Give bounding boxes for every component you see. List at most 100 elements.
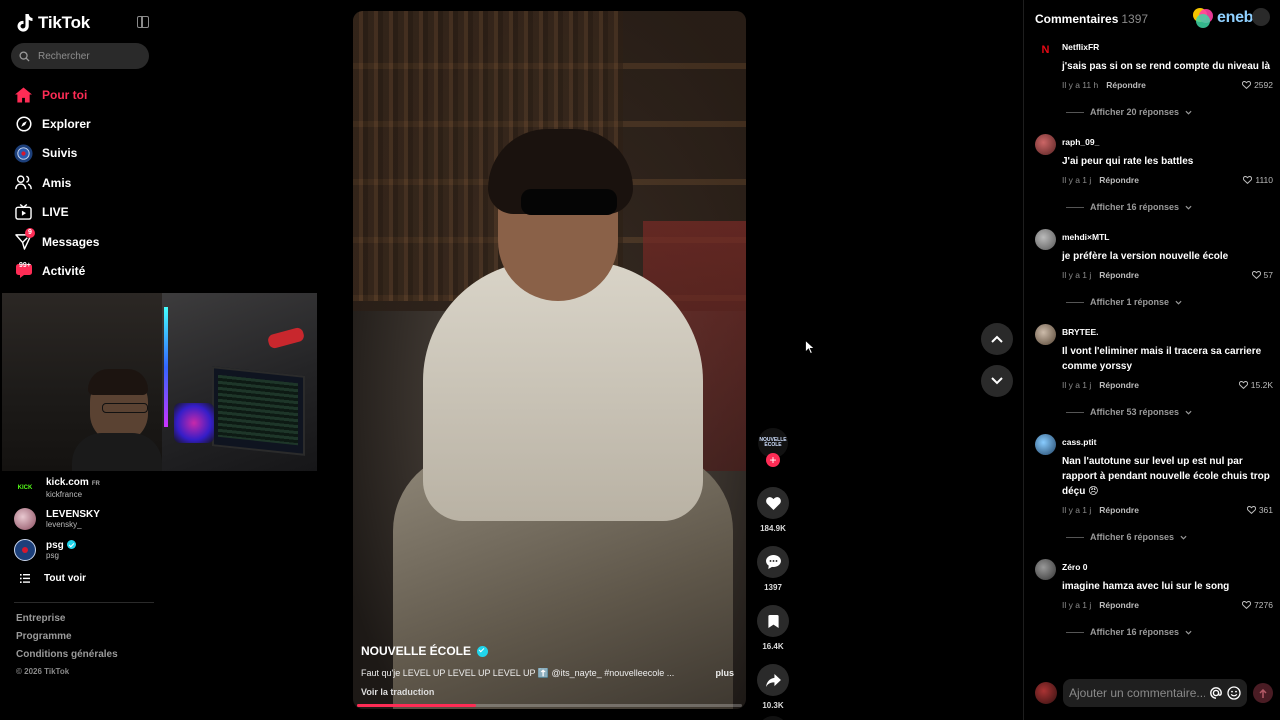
messages-icon: 9 [14, 228, 35, 251]
commenter-name[interactable]: Zéro 0 [1062, 556, 1273, 572]
comment-item: N NetflixFR j'sais pas si on se rend compt… [1035, 36, 1273, 117]
live-icon [14, 203, 33, 222]
following-item[interactable]: LEVENSKY levensky_ [14, 503, 159, 534]
reply-button[interactable]: Répondre [1106, 80, 1146, 90]
see-translation-link[interactable]: Voir la traduction [361, 687, 738, 697]
comment-time: Il y a 1 j [1062, 600, 1092, 610]
reply-button[interactable]: Répondre [1099, 175, 1139, 185]
comment-like-button[interactable]: 361 [1246, 505, 1273, 515]
reply-button[interactable]: Répondre [1099, 380, 1139, 390]
comments-count: 1397 [1121, 12, 1149, 26]
nav-item-following[interactable]: Suivis [14, 139, 154, 168]
heart-icon [765, 496, 781, 510]
divider [14, 602, 154, 603]
commenter-name[interactable]: mehdi×MTL [1062, 226, 1273, 242]
nav-item-friends[interactable]: Amis [14, 168, 154, 197]
comment-item: cass.ptit Nan l'autotune sur level up est… [1035, 431, 1273, 542]
view-replies-button[interactable]: Afficher 53 réponses [1062, 407, 1273, 417]
music-disc[interactable]: NOUVELLE ÉCOLE [758, 716, 788, 720]
collapse-sidebar-icon[interactable] [137, 16, 149, 28]
commenter-avatar[interactable] [1035, 324, 1056, 345]
heart-outline-icon [1246, 506, 1256, 514]
eneba-logo-icon [1193, 8, 1213, 28]
previous-video-button[interactable] [981, 323, 1013, 355]
view-replies-button[interactable]: Afficher 1 réponse [1062, 297, 1273, 307]
comment-like-count: 15.2K [1250, 380, 1273, 390]
arrow-up-icon [1259, 688, 1267, 698]
mention-icon[interactable] [1209, 686, 1223, 700]
heart-outline-icon [1243, 176, 1253, 184]
commenter-name[interactable]: BRYTEE. [1062, 321, 1273, 337]
verified-icon [477, 645, 489, 657]
footer-link-terms[interactable]: Conditions générales [16, 649, 118, 667]
footer: Entreprise Programme Conditions générale… [16, 613, 118, 676]
nav-item-messages[interactable]: 9 Messages [14, 227, 154, 256]
nav-item-for-you[interactable]: Pour toi [14, 80, 154, 109]
nav-item-activity[interactable]: 99+ Activité [14, 256, 154, 285]
close-comments-button[interactable] [1252, 8, 1270, 26]
video-progress-fill [357, 704, 477, 707]
comment-like-button[interactable]: 2592 [1242, 80, 1273, 90]
search-icon [19, 50, 30, 62]
next-video-button[interactable] [981, 365, 1013, 397]
comment-like-button[interactable]: 15.2K [1238, 380, 1273, 390]
copyright: © 2026 TikTok [16, 667, 70, 676]
send-comment-button[interactable] [1253, 683, 1273, 703]
commenter-avatar[interactable]: N [1035, 39, 1056, 60]
video-player[interactable]: NOUVELLE ÉCOLE Faut qu'je LEVEL UP LEVEL… [353, 11, 746, 709]
following-handle: levensky_ [46, 519, 82, 529]
comment-button[interactable] [757, 546, 789, 578]
view-replies-button[interactable]: Afficher 20 réponses [1062, 107, 1273, 117]
commenter-avatar[interactable] [1035, 229, 1056, 250]
video-author[interactable]: NOUVELLE ÉCOLE [361, 644, 738, 658]
following-item[interactable]: psg psg [14, 534, 159, 565]
comment-input-box[interactable] [1063, 679, 1247, 707]
reply-button[interactable]: Répondre [1099, 505, 1139, 515]
video-progress-bar[interactable] [357, 704, 742, 707]
commenter-avatar[interactable] [1035, 434, 1056, 455]
commenter-name[interactable]: cass.ptit [1062, 431, 1273, 447]
following-item[interactable]: KICK kick.com FR kickfrance [14, 472, 159, 503]
following-avatar-icon [14, 144, 33, 163]
more-button[interactable]: plus [715, 668, 734, 679]
share-button[interactable] [757, 664, 789, 696]
avatar [14, 507, 36, 530]
follow-button[interactable]: + [766, 453, 780, 467]
reply-button[interactable]: Répondre [1099, 600, 1139, 610]
comments-panel: Commentaires 1397 eneba N NetflixFR j'sais … [1023, 0, 1280, 720]
emoji-icon[interactable] [1227, 686, 1241, 700]
heart-outline-icon [1242, 601, 1252, 609]
commenter-name[interactable]: NetflixFR [1062, 36, 1273, 52]
comment-item: Zéro 0 imagine hamza avec lui sur le song… [1035, 556, 1273, 637]
tiktok-logo[interactable]: TikTok [16, 13, 90, 33]
nav-item-explore[interactable]: Explorer [14, 109, 154, 138]
save-button[interactable] [757, 605, 789, 637]
see-all-button[interactable]: Tout voir [14, 565, 159, 591]
comment-like-button[interactable]: 57 [1251, 270, 1273, 280]
comment-like-count: 7276 [1254, 600, 1273, 610]
nav-label: Pour toi [42, 87, 88, 102]
view-replies-button[interactable]: Afficher 6 réponses [1062, 532, 1273, 542]
reply-button[interactable]: Répondre [1099, 270, 1139, 280]
footer-link-business[interactable]: Entreprise [16, 613, 118, 631]
heart-outline-icon [1251, 271, 1261, 279]
search-input[interactable] [38, 50, 138, 62]
commenter-avatar[interactable] [1035, 134, 1056, 155]
view-replies-button[interactable]: Afficher 16 réponses [1062, 202, 1273, 212]
commenter-avatar[interactable] [1035, 559, 1056, 580]
comment-text: Nan l'autotune sur level up est nul par … [1062, 456, 1270, 497]
chevron-down-icon [1185, 205, 1192, 210]
footer-link-program[interactable]: Programme [16, 631, 118, 649]
like-button[interactable] [757, 487, 789, 519]
comment-like-button[interactable]: 1110 [1243, 175, 1273, 185]
comment-input[interactable] [1069, 686, 1205, 700]
following-name: LEVENSKY [46, 508, 100, 520]
search-bar[interactable] [11, 43, 149, 69]
view-replies-button[interactable]: Afficher 16 réponses [1062, 627, 1273, 637]
comment-like-button[interactable]: 7276 [1242, 600, 1273, 610]
following-handle: psg [46, 550, 59, 560]
commenter-name[interactable]: raph_09_ [1062, 131, 1273, 147]
comment-item: mehdi×MTL je préfère la version nouvelle … [1035, 226, 1273, 307]
comment-item: raph_09_ J'ai peur qui rate les battles Il… [1035, 131, 1273, 212]
nav-item-live[interactable]: LIVE [14, 198, 154, 227]
